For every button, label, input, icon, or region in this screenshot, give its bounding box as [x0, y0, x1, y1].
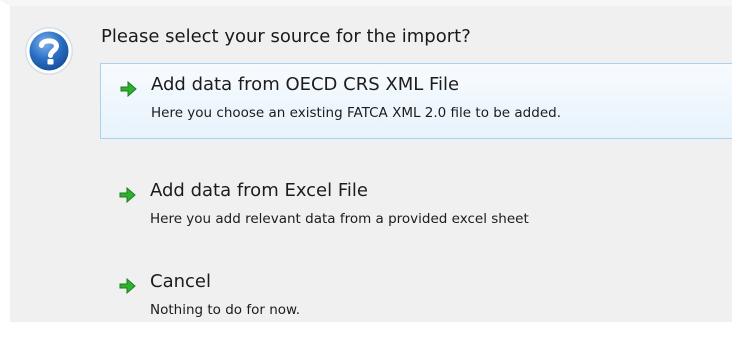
green-arrow-icon: [119, 277, 136, 295]
green-arrow-icon: [120, 80, 137, 98]
option-title: Add data from Excel File: [150, 180, 368, 201]
option-add-excel[interactable]: Add data from Excel File Here you add re…: [100, 170, 732, 246]
option-description: Nothing to do for now.: [150, 302, 301, 318]
option-title: Cancel: [150, 271, 211, 292]
option-title: Add data from OECD CRS XML File: [151, 74, 460, 95]
option-add-oecd-crs-xml[interactable]: Add data from OECD CRS XML File Here you…: [100, 63, 732, 139]
import-source-dialog: Please select your source for the import…: [0, 0, 732, 322]
option-cancel[interactable]: Cancel Nothing to do for now.: [100, 261, 732, 337]
green-arrow-icon: [119, 186, 136, 204]
option-description: Here you add relevant data from a provid…: [150, 211, 529, 227]
question-icon: [25, 27, 73, 75]
dialog-prompt: Please select your source for the import…: [101, 26, 471, 47]
option-description: Here you choose an existing FATCA XML 2.…: [151, 105, 561, 121]
